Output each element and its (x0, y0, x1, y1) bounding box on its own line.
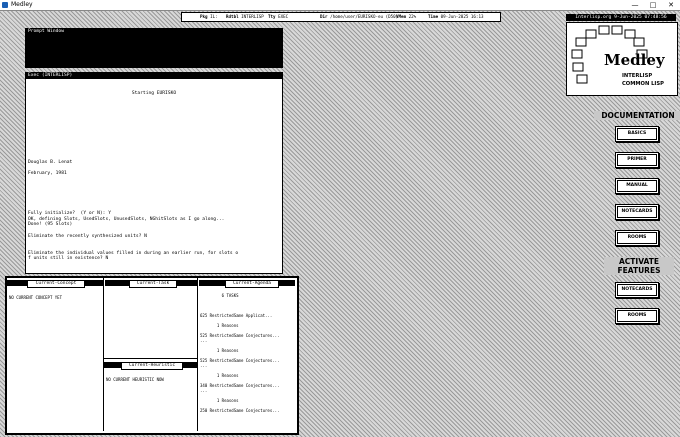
task-panel-title: Current-Task (129, 280, 177, 288)
time-value: 09-Jun-2025 16:13 (440, 14, 484, 19)
doc-primer-button[interactable]: PRIMER (615, 152, 659, 168)
close-icon[interactable]: ✕ (664, 0, 678, 10)
exec-output[interactable]: Starting EURISKO Douglas B. Lenat Februar… (28, 80, 280, 271)
activate-title-line2: FEATURES (604, 266, 674, 275)
rdtbl-value: INTERLISP (241, 14, 264, 19)
documentation-title: DOCUMENTATION (594, 111, 680, 120)
doc-manual-button[interactable]: MANUAL (615, 178, 659, 194)
activate-notecards-button[interactable]: NOTECARDS (615, 282, 659, 298)
concept-panel-title: Current-Concept (27, 280, 85, 288)
time-label: Time (428, 14, 439, 19)
agenda-item: 340 RestrictedSame Conjectures... (200, 383, 280, 388)
prompt-window-body (26, 35, 282, 67)
exec-window-title[interactable]: Exec (INTERLISP) (26, 73, 282, 79)
panel-divider-1 (103, 278, 104, 431)
activate-rooms-button[interactable]: ROOMS (615, 308, 659, 324)
status-bar: Pkg IL: Rdtbl INTERLISP Tty EXEC Dir /ho… (181, 12, 501, 22)
task-heuristic-divider (103, 358, 197, 359)
agenda-panel-title: Current-Agenda (225, 280, 279, 288)
app-icon (2, 2, 8, 8)
minimize-icon[interactable]: — (628, 0, 642, 10)
agenda-item: 525 RestrictedSame Conjectures... (200, 358, 280, 363)
heuristic-panel-title: Current-Heuristic (121, 362, 183, 370)
doc-rooms-button[interactable]: ROOMS (615, 230, 659, 246)
tty-value: EXEC (278, 14, 289, 19)
exec-line (28, 268, 280, 271)
rdtbl-label: Rdtbl (226, 14, 239, 19)
current-heuristic-text: NO CURRENT HEURISTIC NOW (106, 377, 164, 382)
current-concept-text: NO CURRENT CONCEPT YET (9, 295, 62, 300)
dir-value: /home/user/EURISKO-eu (D50) (330, 14, 399, 19)
logo-word: Medley (604, 51, 665, 69)
prompt-window[interactable]: Prompt Window (25, 28, 283, 68)
logo-common-lisp: COMMON LISP (622, 81, 664, 87)
tty-label: Tty (268, 14, 276, 19)
doc-notecards-button[interactable]: NOTECARDS (615, 204, 659, 220)
agenda-list[interactable]: 6 TASKS 625 RestrictedSame Applicat... 1 … (200, 288, 279, 413)
pkg-value: IL: (210, 14, 218, 19)
vmem-value: 22% (408, 14, 417, 19)
exec-heading: Starting EURISKO (131, 91, 177, 97)
vmem-label: VMem (396, 14, 407, 19)
dir-label: Dir (320, 14, 328, 19)
agenda-item: 525 RestrictedSame Conjectures... (200, 333, 280, 338)
pkg-label: Pkg (200, 14, 208, 19)
doc-basics-button[interactable]: BASICS (615, 126, 659, 142)
maximize-icon[interactable]: □ (646, 0, 660, 10)
activate-title-line1: ACTIVATE (604, 257, 674, 266)
window-titlebar: Medley — □ ✕ (0, 0, 680, 11)
medley-logo: Medley INTERLISP COMMON LISP (566, 22, 678, 96)
window-title: Medley (11, 1, 33, 8)
panel-divider-2 (197, 278, 198, 431)
logo-interlisp: INTERLISP (622, 73, 653, 79)
eurisko-panels: Current-Concept Current-Task Current-Age… (5, 276, 299, 435)
clock-display: Interlisp.org 9-Jun-2025 07:48:56 (566, 14, 676, 21)
agenda-item: 250 RestrictedSame Conjectures... (200, 408, 280, 413)
exec-window[interactable]: Exec (INTERLISP) Starting EURISKO Dougla… (25, 72, 283, 274)
agenda-item: 625 RestrictedSame Applicat... (200, 313, 273, 318)
